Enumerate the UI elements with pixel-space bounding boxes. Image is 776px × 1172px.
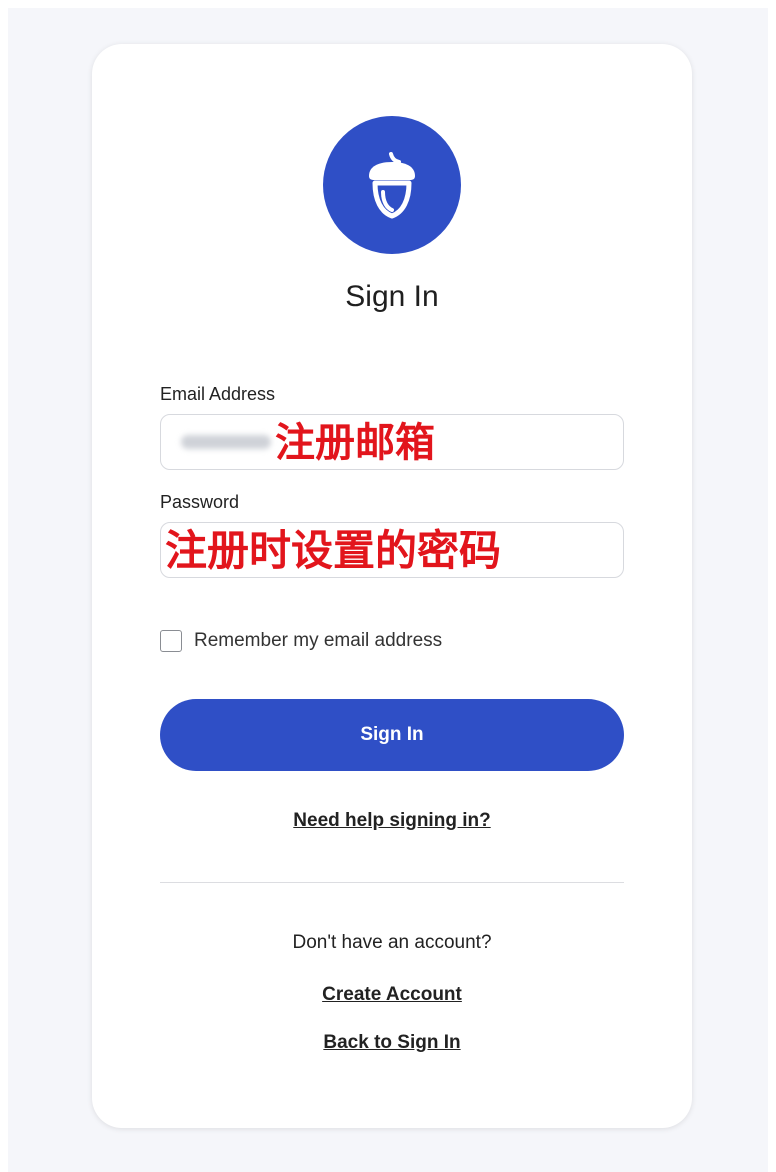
email-annotation: 注册邮箱 [275, 420, 435, 466]
password-annotation: 注册时设置的密码 [165, 526, 502, 575]
remember-email-row[interactable]: Remember my email address [160, 630, 442, 652]
sign-in-card: Sign In Email Address 注册邮箱 Password 注册时设… [92, 44, 692, 1128]
password-label: Password [160, 492, 240, 512]
page-title: Sign In [345, 280, 439, 313]
remember-email-label[interactable]: Remember my email address [194, 630, 442, 652]
create-account-link[interactable]: Create Account [92, 984, 692, 1006]
acorn-icon [369, 152, 415, 219]
password-input[interactable]: 注册时设置的密码 [160, 522, 624, 578]
brand-logo [323, 116, 461, 254]
email-label: Email Address [160, 384, 276, 404]
divider [160, 882, 624, 883]
blurred-email-value [181, 435, 271, 449]
no-account-text: Don't have an account? [292, 932, 492, 953]
back-to-sign-in-link[interactable]: Back to Sign In [92, 1032, 692, 1054]
remember-email-checkbox[interactable] [160, 630, 182, 652]
email-input[interactable]: 注册邮箱 [160, 414, 624, 470]
sign-in-button[interactable]: Sign In [160, 699, 624, 771]
need-help-link[interactable]: Need help signing in? [92, 810, 692, 832]
